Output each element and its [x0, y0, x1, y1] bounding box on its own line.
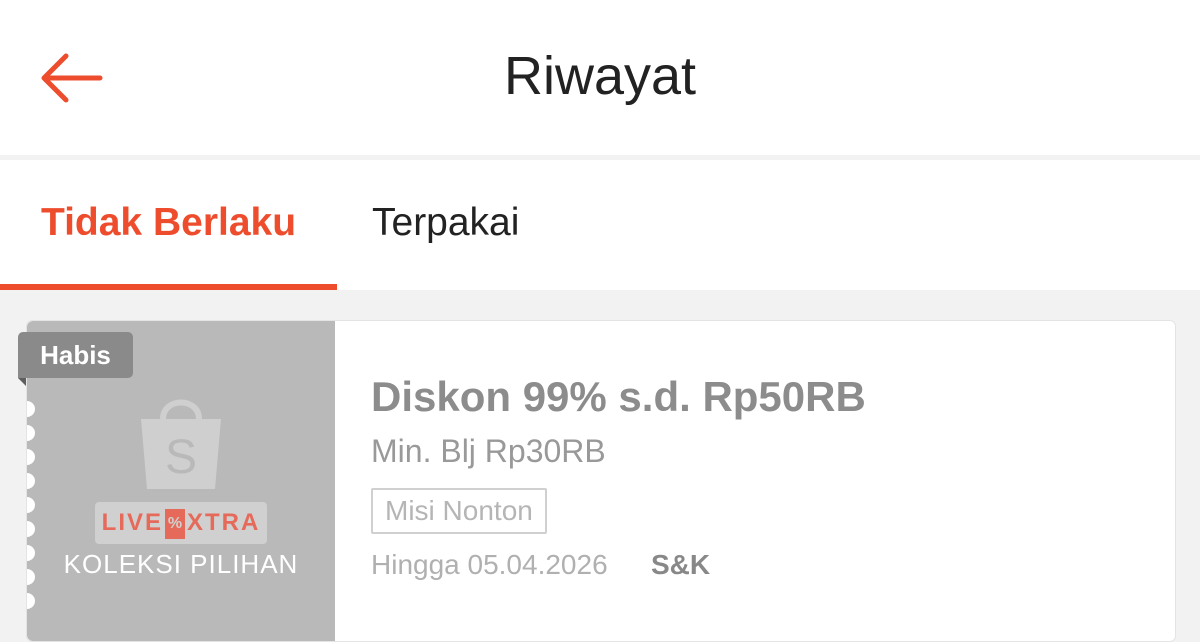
livextra-badge: LIVE% XTRA — [95, 502, 267, 544]
page-title: Riwayat — [503, 46, 697, 106]
ticket-notch — [27, 449, 35, 465]
status-badge: Habis — [18, 332, 133, 378]
ticket-notch — [27, 425, 35, 441]
svg-text:S: S — [165, 431, 197, 484]
voucher-title: Diskon 99% s.d. Rp50RB — [371, 373, 866, 420]
collection-label: KOLEKSI PILIHAN — [63, 549, 299, 579]
voucher-min-purchase: Min. Blj Rp30RB — [371, 433, 606, 469]
ticket-notch — [27, 593, 35, 609]
terms-link[interactable]: S&K — [651, 549, 710, 581]
shopee-bag-icon: S — [141, 399, 221, 489]
tab-tidak-berlaku[interactable]: Tidak Berlaku — [0, 160, 337, 290]
voucher-tag: Misi Nonton — [371, 488, 547, 534]
voucher-expiry: Hingga 05.04.2026 — [371, 549, 608, 580]
voucher-card[interactable]: S LIVE% XTRA KOLEKSI PILIHAN Diskon 99% s… — [26, 320, 1176, 642]
ticket-notch — [27, 473, 35, 489]
app-header: Riwayat — [0, 0, 1200, 155]
ticket-notch — [27, 401, 35, 417]
badge-fold — [18, 378, 26, 386]
tab-bar: Tidak Berlaku Terpakai — [0, 160, 1200, 290]
ticket-notch — [27, 497, 35, 513]
ticket-notch — [27, 521, 35, 537]
tab-terpakai[interactable]: Terpakai — [372, 160, 519, 286]
